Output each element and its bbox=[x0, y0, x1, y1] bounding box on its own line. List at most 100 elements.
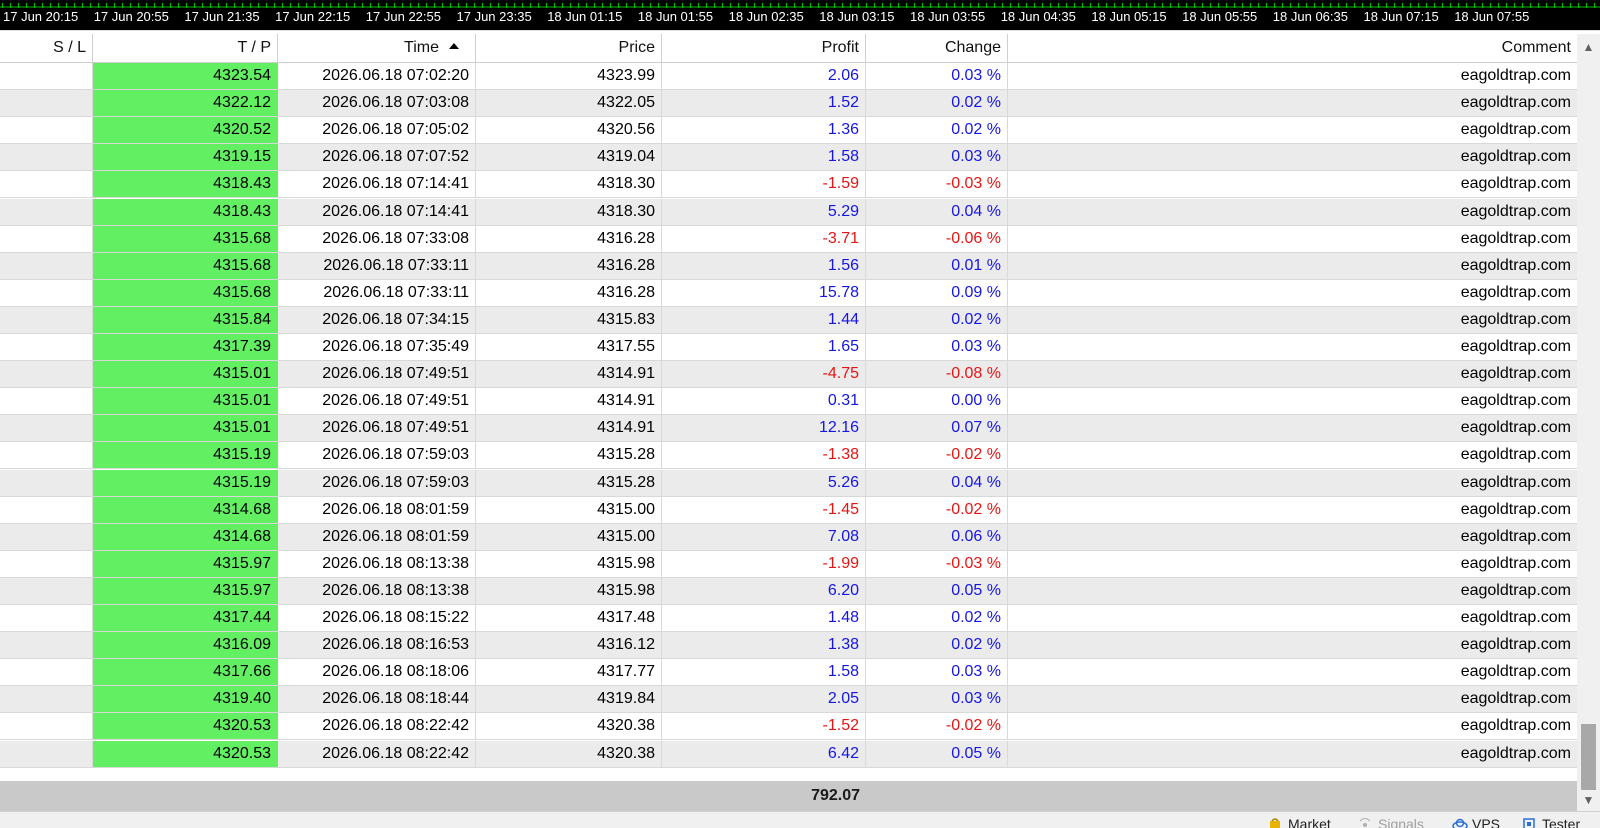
table-row[interactable]: 4318.43 2026.06.18 07:14:41 4318.30 5.29 0.0… bbox=[0, 198, 1577, 226]
cell-change: 0.09 % bbox=[866, 279, 1008, 306]
table-row[interactable]: 4315.68 2026.06.18 07:33:11 4316.28 15.78 0.… bbox=[0, 279, 1577, 307]
tab-tester[interactable]: Tester bbox=[1522, 814, 1580, 828]
cell-price: 4317.48 bbox=[476, 605, 662, 632]
cell-profit: 5.29 bbox=[662, 198, 866, 225]
column-header-time[interactable]: Time bbox=[278, 34, 476, 62]
scroll-up-icon[interactable]: ▲ bbox=[1582, 40, 1595, 54]
cell-price: 4316.12 bbox=[476, 632, 662, 659]
cell-time: 2026.06.18 07:59:03 bbox=[278, 469, 476, 496]
scrollbar-thumb[interactable] bbox=[1581, 724, 1596, 790]
cell-profit: 1.56 bbox=[662, 252, 866, 279]
table-row[interactable]: 4315.97 2026.06.18 08:13:38 4315.98 -1.99 -0… bbox=[0, 550, 1577, 578]
cell-tp: 4322.12 bbox=[93, 90, 278, 117]
table-row[interactable]: 4315.84 2026.06.18 07:34:15 4315.83 1.44 0.0… bbox=[0, 306, 1577, 334]
cell-profit: 15.78 bbox=[662, 279, 866, 306]
column-header-change[interactable]: Change bbox=[866, 34, 1008, 62]
table-row[interactable]: 4320.52 2026.06.18 07:05:02 4320.56 1.36 0.0… bbox=[0, 117, 1577, 145]
cell-sl bbox=[0, 442, 93, 469]
cell-time: 2026.06.18 08:22:42 bbox=[278, 713, 476, 740]
cell-time: 2026.06.18 07:49:51 bbox=[278, 415, 476, 442]
cell-comment: eagoldtrap.com bbox=[1460, 256, 1571, 274]
cell-sl bbox=[0, 198, 93, 225]
column-header-comment[interactable]: Comment bbox=[1008, 34, 1577, 62]
cell-time: 2026.06.18 08:01:59 bbox=[278, 523, 476, 550]
table-row[interactable]: 4315.01 2026.06.18 07:49:51 4314.91 12.16 0.… bbox=[0, 415, 1577, 443]
cell-comment: eagoldtrap.com bbox=[1460, 283, 1571, 301]
cell-price: 4320.38 bbox=[476, 740, 662, 767]
cell-sl bbox=[0, 90, 93, 117]
table-row[interactable]: 4315.97 2026.06.18 08:13:38 4315.98 6.20 0.0… bbox=[0, 577, 1577, 605]
table-row[interactable]: 4316.09 2026.06.18 08:16:53 4316.12 1.38 0.0… bbox=[0, 632, 1577, 660]
cell-profit: 1.48 bbox=[662, 605, 866, 632]
signals-icon bbox=[1358, 816, 1372, 828]
table-row[interactable]: 4315.19 2026.06.18 07:59:03 4315.28 -1.38 -0… bbox=[0, 442, 1577, 470]
table-row[interactable]: 4323.54 2026.06.18 07:02:20 4323.99 2.06 0.0… bbox=[0, 63, 1577, 91]
table-row[interactable]: 4320.53 2026.06.18 08:22:42 4320.38 6.42 0.0… bbox=[0, 740, 1577, 768]
total-row: 792.07 bbox=[0, 781, 1577, 811]
cell-profit: -1.45 bbox=[662, 496, 866, 523]
tab-market[interactable]: Market bbox=[1268, 814, 1331, 828]
tab-vps[interactable]: VPS bbox=[1452, 814, 1500, 828]
table-row[interactable]: 4317.39 2026.06.18 07:35:49 4317.55 1.65 0.0… bbox=[0, 334, 1577, 362]
cell-comment: eagoldtrap.com bbox=[1460, 744, 1571, 762]
cell-profit: 6.42 bbox=[662, 740, 866, 767]
cell-time: 2026.06.18 08:15:22 bbox=[278, 605, 476, 632]
cell-time: 2026.06.18 07:14:41 bbox=[278, 198, 476, 225]
cell-tp: 4315.68 bbox=[93, 225, 278, 252]
scroll-down-icon[interactable]: ▼ bbox=[1582, 793, 1595, 807]
cell-comment: eagoldtrap.com bbox=[1460, 527, 1571, 545]
cell-tp: 4316.09 bbox=[93, 632, 278, 659]
column-header-price[interactable]: Price bbox=[476, 34, 662, 62]
cell-profit: 1.52 bbox=[662, 90, 866, 117]
cell-profit: 1.58 bbox=[662, 144, 866, 171]
table-row[interactable]: 4320.53 2026.06.18 08:22:42 4320.38 -1.52 -0… bbox=[0, 713, 1577, 741]
table-row[interactable]: 4319.15 2026.06.18 07:07:52 4319.04 1.58 0.0… bbox=[0, 144, 1577, 172]
cell-change: -0.02 % bbox=[866, 713, 1008, 740]
cell-time: 2026.06.18 07:49:51 bbox=[278, 361, 476, 388]
cell-profit: 1.38 bbox=[662, 632, 866, 659]
cell-comment: eagoldtrap.com bbox=[1460, 175, 1571, 193]
tab-signals[interactable]: Signals bbox=[1358, 814, 1424, 828]
cell-time: 2026.06.18 08:18:06 bbox=[278, 659, 476, 686]
cell-comment: eagoldtrap.com bbox=[1460, 690, 1571, 708]
cell-change: -0.02 % bbox=[866, 442, 1008, 469]
tab-market-label: Market bbox=[1288, 816, 1331, 828]
column-header-profit[interactable]: Profit bbox=[662, 34, 866, 62]
table-row[interactable]: 4314.68 2026.06.18 08:01:59 4315.00 -1.45 -0… bbox=[0, 496, 1577, 524]
cell-profit: 5.26 bbox=[662, 469, 866, 496]
cell-sl bbox=[0, 306, 93, 333]
sort-ascending-icon bbox=[449, 43, 459, 49]
cell-comment: eagoldtrap.com bbox=[1460, 500, 1571, 518]
table-row[interactable]: 4322.12 2026.06.18 07:03:08 4322.05 1.52 0.0… bbox=[0, 90, 1577, 118]
cell-tp: 4314.68 bbox=[93, 496, 278, 523]
table-row[interactable]: 4315.01 2026.06.18 07:49:51 4314.91 -4.75 -0… bbox=[0, 361, 1577, 389]
cell-price: 4315.00 bbox=[476, 496, 662, 523]
total-spacer bbox=[0, 781, 93, 811]
total-spacer bbox=[476, 781, 662, 811]
cell-price: 4322.05 bbox=[476, 90, 662, 117]
table-row[interactable]: 4315.01 2026.06.18 07:49:51 4314.91 0.31 0.0… bbox=[0, 388, 1577, 416]
time-axis-label: 18 Jun 01:55 bbox=[637, 9, 714, 24]
cell-price: 4315.83 bbox=[476, 306, 662, 333]
cell-time: 2026.06.18 07:34:15 bbox=[278, 306, 476, 333]
table-row[interactable]: 4318.43 2026.06.18 07:14:41 4318.30 -1.59 -0… bbox=[0, 171, 1577, 199]
cell-profit: 2.05 bbox=[662, 686, 866, 713]
table-row[interactable]: 4315.68 2026.06.18 07:33:11 4316.28 1.56 0.0… bbox=[0, 252, 1577, 280]
column-header-sl[interactable]: S / L bbox=[0, 34, 93, 62]
cell-comment: eagoldtrap.com bbox=[1460, 121, 1571, 139]
table-row[interactable]: 4317.66 2026.06.18 08:18:06 4317.77 1.58 0.0… bbox=[0, 659, 1577, 687]
table-row[interactable]: 4319.40 2026.06.18 08:18:44 4319.84 2.05 0.0… bbox=[0, 686, 1577, 714]
cell-change: 0.05 % bbox=[866, 577, 1008, 604]
cell-comment: eagoldtrap.com bbox=[1460, 338, 1571, 355]
table-row[interactable]: 4314.68 2026.06.18 08:01:59 4315.00 7.08 0.0… bbox=[0, 523, 1577, 551]
table-row[interactable]: 4315.68 2026.06.18 07:33:08 4316.28 -3.71 -0… bbox=[0, 225, 1577, 253]
table-row[interactable]: 4317.44 2026.06.18 08:15:22 4317.48 1.48 0.0… bbox=[0, 605, 1577, 633]
cell-sl bbox=[0, 63, 93, 90]
cell-change: 0.02 % bbox=[866, 632, 1008, 659]
column-header-tp[interactable]: T / P bbox=[93, 34, 278, 62]
cell-comment: eagoldtrap.com bbox=[1460, 446, 1571, 464]
vertical-scrollbar[interactable]: ▲ ▼ bbox=[1577, 34, 1600, 811]
tester-chip-icon bbox=[1522, 816, 1536, 828]
cell-change: 0.02 % bbox=[866, 605, 1008, 632]
table-row[interactable]: 4315.19 2026.06.18 07:59:03 4315.28 5.26 0.0… bbox=[0, 469, 1577, 497]
